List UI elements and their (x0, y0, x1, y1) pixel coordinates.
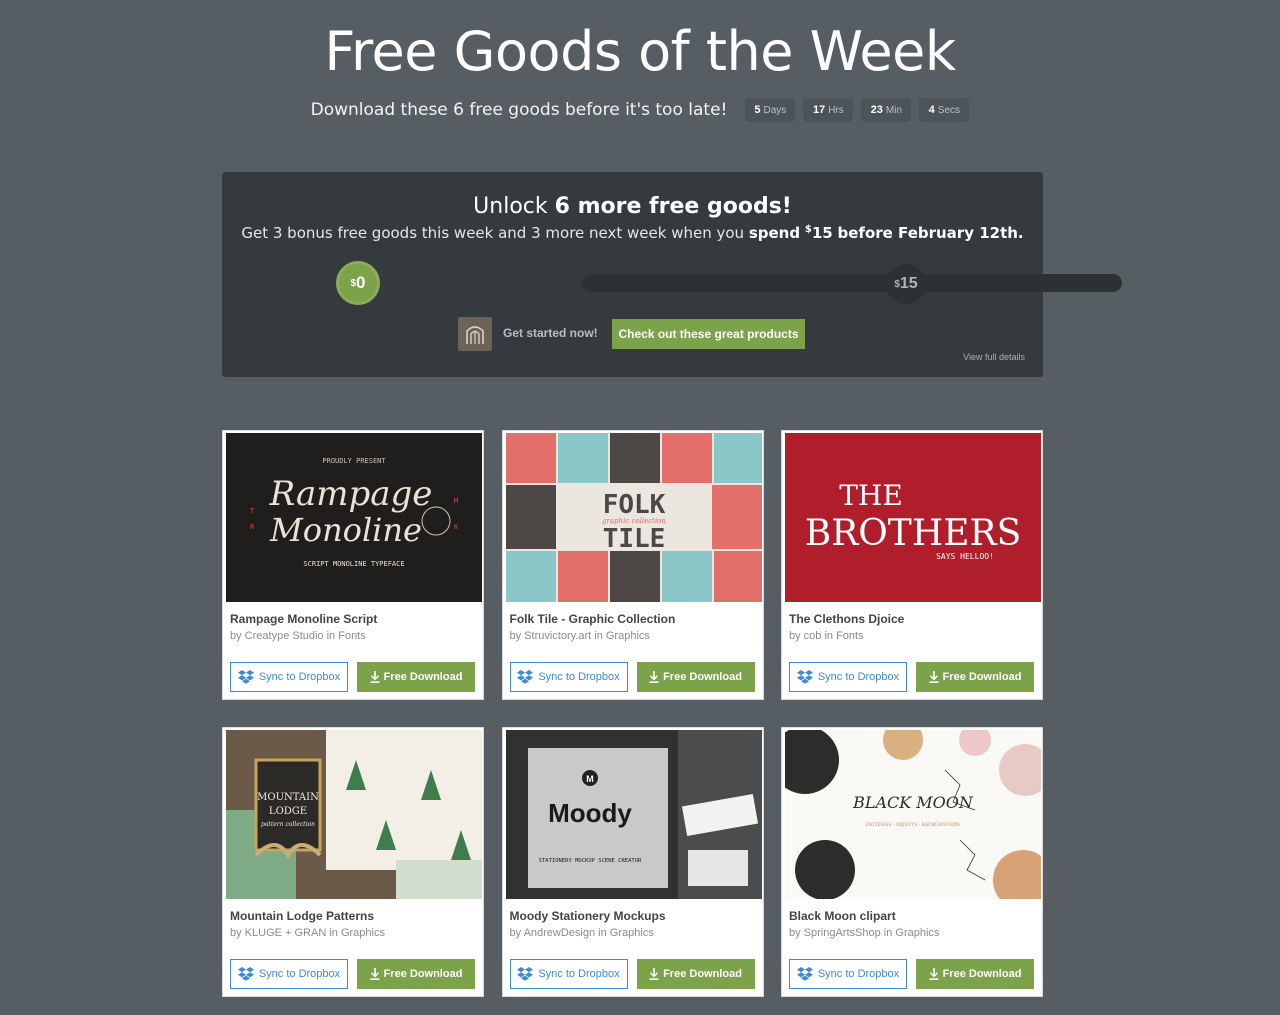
product-card: BLACK MOON PATTERNS · OBJECTS · BACKGROU… (781, 727, 1043, 997)
free-goods-grid: PROUDLY PRESENT Rampage Monoline SCRIPT … (222, 430, 1043, 997)
dropbox-icon (796, 670, 813, 684)
svg-text:SCRIPT MONOLINE TYPEFACE: SCRIPT MONOLINE TYPEFACE (303, 560, 404, 568)
product-thumbnail[interactable]: FOLK graphic collection TILE (505, 433, 762, 602)
countdown-row: Download these 6 free goods before it's … (0, 98, 1280, 122)
page-subtitle: Download these 6 free goods before it's … (310, 100, 728, 120)
product-card: THE BROTHERS SAYS HELLOO! The Clethons D… (781, 430, 1043, 700)
countdown-hours: 17 Hrs (803, 98, 854, 122)
product-author: by cob in Fonts (789, 630, 864, 642)
unlock-heading: Unlock 6 more free goods! (473, 194, 792, 219)
sync-to-dropbox-button[interactable]: Sync to Dropbox (230, 662, 348, 692)
free-download-button[interactable]: Free Download (916, 959, 1034, 989)
product-thumbnail[interactable]: BLACK MOON PATTERNS · OBJECTS · BACKGROU… (785, 730, 1041, 899)
svg-text:M: M (586, 774, 594, 784)
free-download-button[interactable]: Free Download (357, 662, 475, 692)
product-title[interactable]: The Clethons Djoice (789, 612, 904, 626)
progress-start-badge: $0 (336, 261, 380, 305)
product-author: by Struvictory.art in Graphics (509, 630, 650, 642)
svg-text:FOLK: FOLK (602, 490, 665, 520)
download-icon (370, 968, 380, 980)
svg-text:M: M (454, 497, 458, 505)
product-thumbnail[interactable]: MOUNTAIN LODGE pattern collection (226, 730, 482, 899)
view-full-details-link[interactable]: View full details (963, 352, 1025, 362)
svg-text:SAYS HELLOO!: SAYS HELLOO! (936, 552, 994, 561)
product-thumbnail[interactable]: M Moody STATIONERY MOCKUP SCENE CREATOR (505, 730, 762, 899)
free-download-button[interactable]: Free Download (636, 662, 755, 692)
product-thumbnail[interactable]: THE BROTHERS SAYS HELLOO! (785, 433, 1041, 602)
product-title[interactable]: Black Moon clipart (789, 909, 896, 923)
product-author: by SpringArtsShop in Graphics (789, 927, 940, 939)
sync-to-dropbox-button[interactable]: Sync to Dropbox (789, 959, 907, 989)
dropbox-icon (796, 967, 813, 981)
download-icon (649, 968, 659, 980)
progress-bar (582, 274, 1122, 292)
dropbox-icon (517, 670, 534, 684)
free-download-button[interactable]: Free Download (357, 959, 475, 989)
product-card: M Moody STATIONERY MOCKUP SCENE CREATOR … (501, 727, 764, 997)
progress-end-badge: $15 (886, 264, 926, 304)
product-thumbnail[interactable]: PROUDLY PRESENT Rampage Monoline SCRIPT … (226, 433, 482, 602)
sync-to-dropbox-button[interactable]: Sync to Dropbox (230, 959, 348, 989)
svg-text:BROTHERS: BROTHERS (805, 513, 1022, 554)
get-started-label: Get started now! (503, 326, 598, 340)
download-icon (929, 671, 939, 683)
product-card: FOLK graphic collection TILE Folk Tile -… (501, 430, 764, 700)
svg-text:Rampage: Rampage (269, 474, 433, 514)
download-icon (929, 968, 939, 980)
product-title[interactable]: Mountain Lodge Patterns (230, 909, 374, 923)
svg-text:THE: THE (839, 479, 903, 512)
download-icon (370, 671, 380, 683)
countdown-days: 5 Days (745, 98, 796, 122)
free-download-button[interactable]: Free Download (636, 959, 755, 989)
svg-text:STATIONERY MOCKUP SCENE CREATO: STATIONERY MOCKUP SCENE CREATOR (538, 858, 641, 864)
unlock-subheading: Get 3 bonus free goods this week and 3 m… (241, 224, 1024, 242)
free-download-button[interactable]: Free Download (916, 662, 1034, 692)
product-card: PROUDLY PRESENT Rampage Monoline SCRIPT … (222, 430, 484, 700)
download-icon (649, 671, 659, 683)
product-title[interactable]: Folk Tile - Graphic Collection (510, 612, 676, 626)
svg-text:LODGE: LODGE (269, 806, 307, 817)
shop-logo-icon (458, 317, 492, 351)
sync-to-dropbox-button[interactable]: Sync to Dropbox (509, 662, 628, 692)
product-title[interactable]: Moody Stationery Mockups (510, 909, 666, 923)
sync-to-dropbox-button[interactable]: Sync to Dropbox (789, 662, 907, 692)
product-author: by KLUGE + GRAN in Graphics (230, 927, 385, 939)
product-title[interactable]: Rampage Monoline Script (230, 612, 377, 626)
dropbox-icon (237, 670, 254, 684)
svg-text:BLACK MOON: BLACK MOON (852, 793, 974, 812)
svg-text:Moody: Moody (548, 798, 632, 828)
svg-text:MOUNTAIN: MOUNTAIN (257, 792, 319, 803)
check-out-products-button[interactable]: Check out these great products (612, 319, 805, 349)
dropbox-icon (237, 967, 254, 981)
page-title: Free Goods of the Week (324, 20, 956, 83)
countdown-minutes: 23 Min (861, 98, 912, 122)
product-card: MOUNTAIN LODGE pattern collection Mounta… (222, 727, 484, 997)
svg-text:Monoline: Monoline (269, 511, 422, 549)
unlock-panel: Unlock 6 more free goods! Get 3 bonus fr… (222, 172, 1122, 377)
product-author: by AndrewDesign in Graphics (509, 927, 654, 939)
svg-text:TILE: TILE (602, 524, 665, 554)
svg-text:pattern collection: pattern collection (261, 821, 315, 828)
product-author: by Creatype Studio in Fonts (230, 630, 366, 642)
sync-to-dropbox-button[interactable]: Sync to Dropbox (509, 959, 628, 989)
countdown-seconds: 4 Secs (919, 98, 970, 122)
svg-text:PATTERNS · OBJECTS · BACKGROUN: PATTERNS · OBJECTS · BACKGROUNDS (866, 822, 960, 828)
svg-text:PROUDLY PRESENT: PROUDLY PRESENT (322, 457, 386, 465)
dropbox-icon (517, 967, 534, 981)
